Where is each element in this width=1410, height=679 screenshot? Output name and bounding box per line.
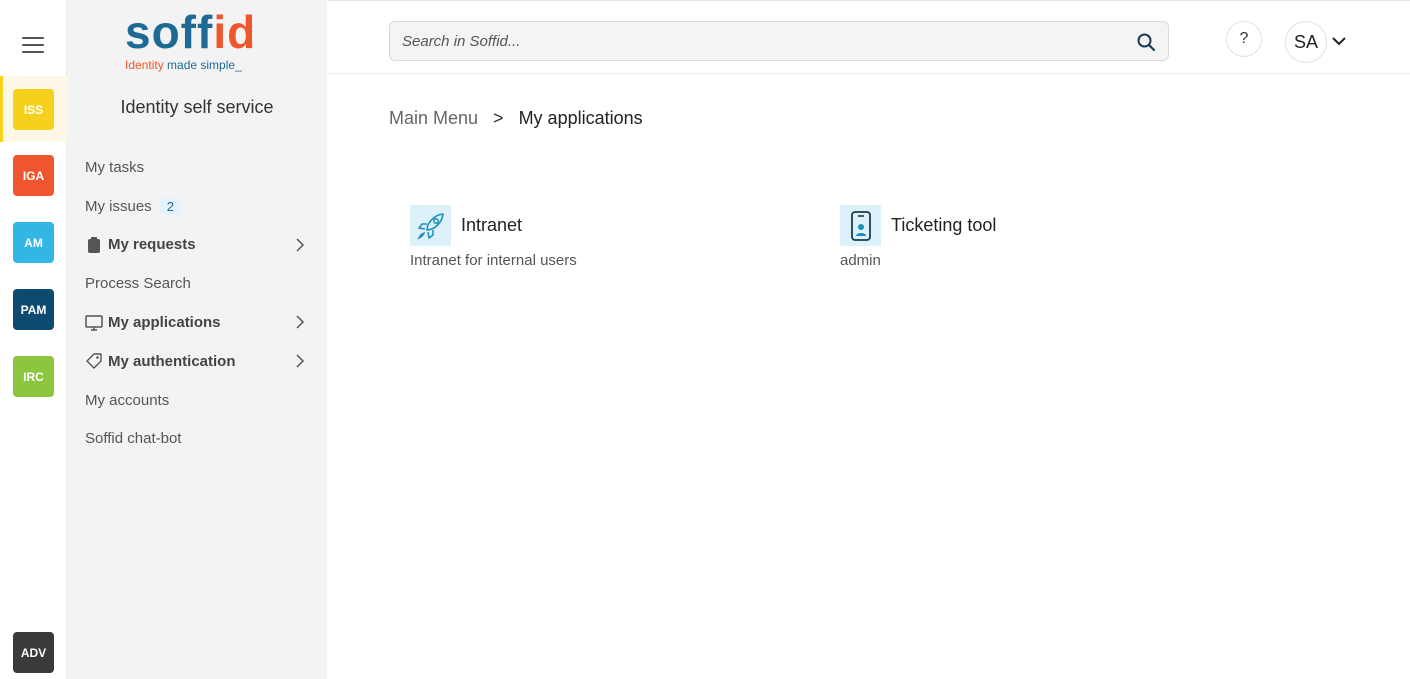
app-root: ISS IGA AM PAM IRC ADV soffid Identity m… (0, 0, 1410, 679)
app-name: Intranet (461, 215, 523, 235)
module-rail: ISS IGA AM PAM IRC ADV (0, 0, 67, 679)
sidebar-item-my-requests[interactable]: My requests (85, 226, 317, 265)
help-button[interactable]: ? (1226, 21, 1262, 57)
chevron-right-icon (296, 354, 305, 368)
app-name: Ticketing tool (891, 215, 997, 235)
sidebar-title: Identity self service (120, 97, 274, 117)
user-menu[interactable]: SA (1285, 21, 1375, 63)
module-pam-button[interactable]: PAM (13, 289, 54, 330)
module-adv-button[interactable]: ADV (13, 632, 54, 673)
sidebar-item-label: My requests (108, 236, 196, 254)
sidebar-nav: My tasks My issues 2 My requests Process… (85, 148, 317, 458)
sidebar-item-my-issues[interactable]: My issues 2 (85, 187, 317, 226)
module-irc-button[interactable]: IRC (13, 356, 54, 397)
breadcrumb-current: My applications (518, 108, 643, 128)
sidebar-item-my-tasks[interactable]: My tasks (85, 148, 317, 187)
search-box (389, 21, 1169, 61)
sidebar-item-label: Process Search (85, 275, 191, 293)
sidebar-item-label: My applications (108, 314, 221, 332)
search-input[interactable] (390, 22, 1120, 60)
app-description: Intranet for internal users (410, 252, 577, 269)
sidebar-item-label: My accounts (85, 391, 170, 409)
logo-tagline: Identity made simple_ (125, 58, 242, 72)
sidebar-item-label: My tasks (85, 158, 145, 176)
app-card-ticketing-tool[interactable]: Ticketing tool admin (840, 205, 1240, 285)
monitor-icon (85, 314, 103, 332)
sidebar-item-label: My authentication (108, 352, 236, 370)
chevron-down-icon (1332, 37, 1346, 46)
breadcrumb-root-link[interactable]: Main Menu (389, 108, 478, 129)
clipboard-icon (85, 236, 103, 254)
module-iga-button[interactable]: IGA (13, 155, 54, 196)
mobile-badge-icon (840, 205, 881, 246)
breadcrumb-separator: > (493, 108, 504, 128)
issues-count-badge: 2 (159, 197, 181, 215)
top-bar: ? SA (327, 0, 1410, 74)
soffid-logo[interactable]: soffid Identity made simple_ (125, 8, 275, 74)
sidebar-item-chat-bot[interactable]: Soffid chat-bot (85, 420, 317, 459)
module-am-button[interactable]: AM (13, 222, 54, 263)
rocket-icon (410, 205, 451, 246)
avatar: SA (1285, 21, 1327, 63)
sidebar-item-my-applications[interactable]: My applications (85, 303, 317, 342)
search-icon[interactable] (1136, 32, 1156, 52)
module-iss-button[interactable]: ISS (13, 89, 54, 130)
chevron-right-icon (296, 315, 305, 329)
sidebar-item-process-search[interactable]: Process Search (85, 264, 317, 303)
tag-icon (85, 352, 103, 370)
breadcrumb: Main Menu > My applications (389, 108, 643, 129)
chevron-right-icon (296, 238, 305, 252)
sidebar-item-label: Soffid chat-bot (85, 430, 182, 448)
sidebar: soffid Identity made simple_ Identity se… (67, 0, 327, 679)
app-card-intranet[interactable]: Intranet Intranet for internal users (410, 205, 810, 285)
sidebar-item-my-accounts[interactable]: My accounts (85, 381, 317, 420)
sidebar-item-my-authentication[interactable]: My authentication (85, 342, 317, 381)
hamburger-menu-icon[interactable] (22, 37, 44, 53)
app-description: admin (840, 252, 881, 269)
sidebar-item-label: My issues (85, 197, 152, 215)
logo-wordmark: soffid (125, 6, 257, 58)
